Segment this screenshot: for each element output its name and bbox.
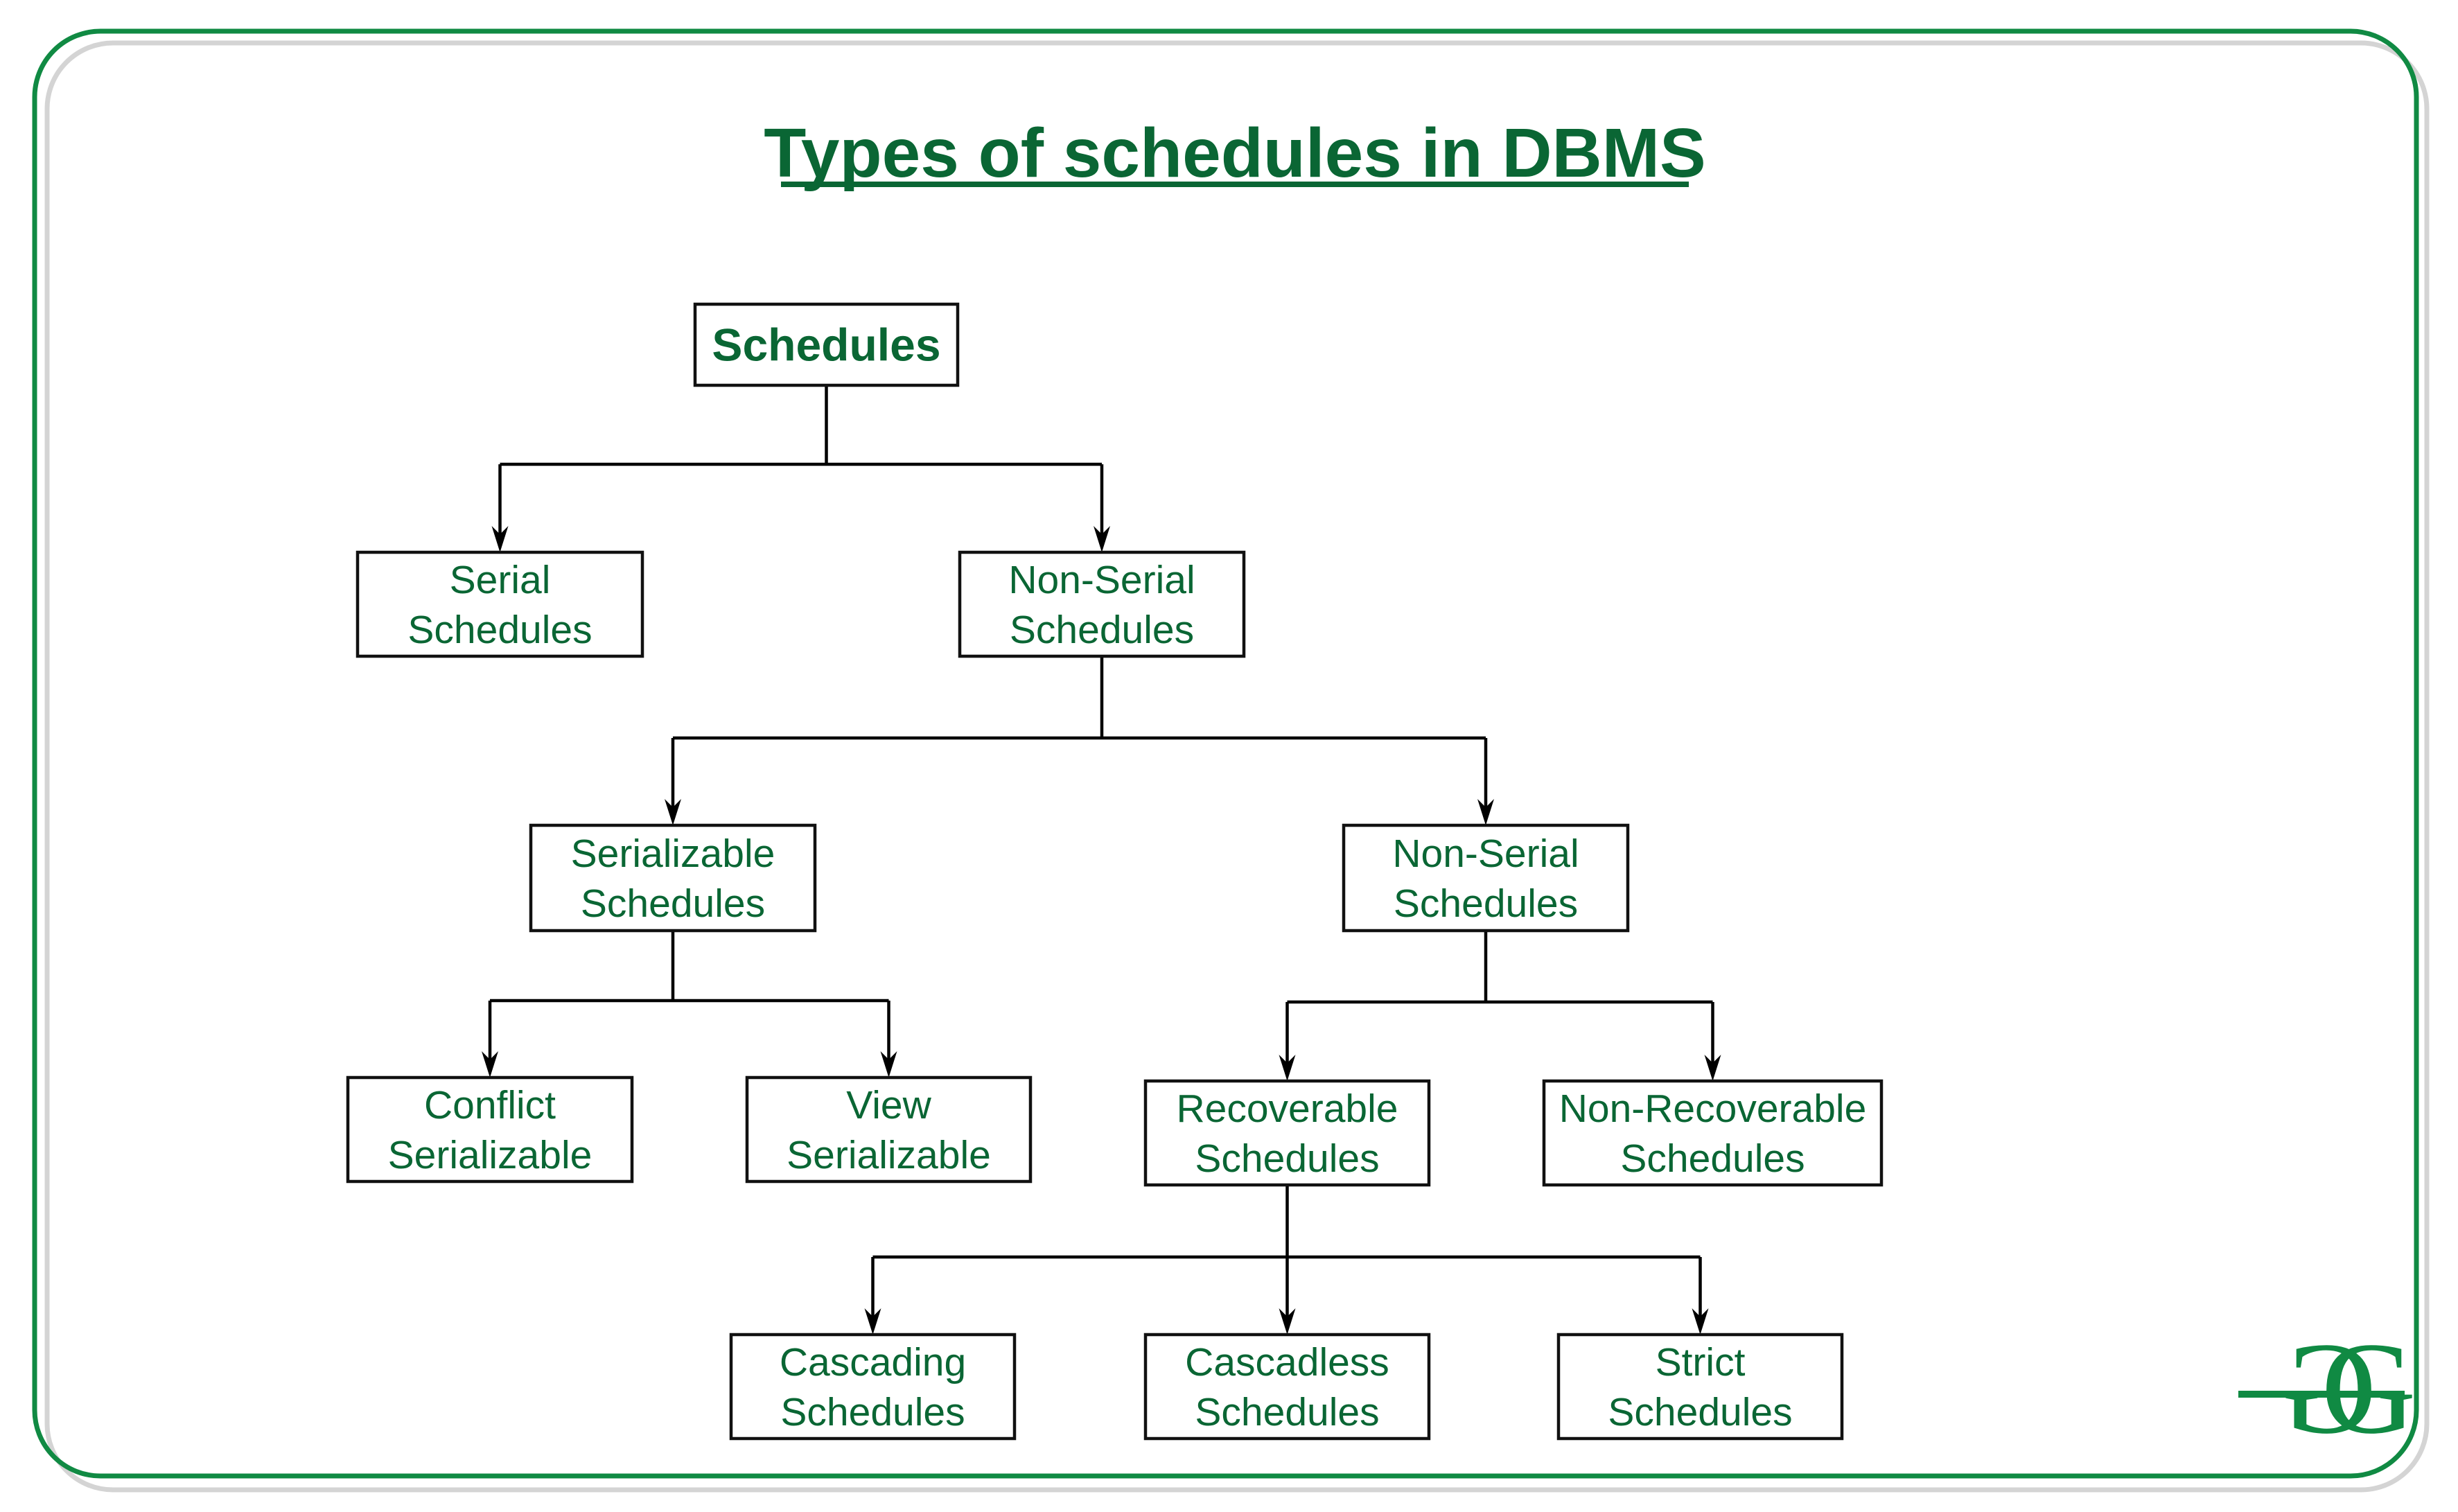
node-recoverable: Recoverable Schedules: [1143, 1079, 1431, 1187]
diagram-canvas: Types of schedules in DBMS SchedulesSeri…: [32, 28, 2430, 1493]
node-label: Schedules: [1620, 1136, 1805, 1181]
node-conflict-serializable: Conflict Serializable: [346, 1075, 634, 1184]
node-non-recoverable: Non-Recoverable Schedules: [1542, 1079, 1884, 1187]
node-label: Schedules: [1394, 881, 1578, 926]
node-label: Schedules: [1195, 1390, 1379, 1434]
node-label: Schedules: [407, 608, 592, 652]
node-label: Schedules: [1195, 1136, 1379, 1181]
node-label: Recoverable: [1176, 1087, 1398, 1131]
node-label: Serializable: [571, 832, 775, 876]
node-label: Non-Recoverable: [1559, 1087, 1867, 1131]
node-serializable: Serializable Schedules: [529, 823, 817, 933]
node-label: Schedules: [1608, 1390, 1792, 1434]
node-label: Strict: [1656, 1340, 1746, 1384]
node-label: View: [846, 1083, 931, 1127]
node-label: Schedules: [712, 319, 940, 371]
node-label: Serial: [450, 558, 551, 602]
node-label: Serializable: [388, 1133, 592, 1177]
node-label: Schedules: [581, 881, 765, 926]
node-view-serializable: View Serializable: [745, 1075, 1033, 1184]
frame-shadow: [44, 40, 2430, 1493]
logo-right-g: G: [2321, 1316, 2416, 1461]
node-label: Conflict: [424, 1083, 556, 1127]
diagram-title: Types of schedules in DBMS: [764, 114, 1706, 192]
node-label: Cascading: [780, 1340, 966, 1384]
geeksforgeeks-logo-icon: G G: [2238, 1316, 2416, 1461]
node-label: Schedules: [780, 1390, 965, 1434]
node-label: Non-Serial: [1392, 832, 1579, 876]
node-serial: Serial Schedules: [355, 550, 644, 658]
node-strict: Strict Schedules: [1556, 1333, 1844, 1441]
tree-nodes: Schedules Serial Schedules Non-Serial Schedu…: [346, 302, 1884, 1441]
node-label: Cascadless: [1185, 1340, 1389, 1384]
frame-border: [32, 28, 2419, 1479]
node-non-serializable: Non-Serial Schedules: [1342, 823, 1630, 933]
node-non-serial: Non-Serial Schedules: [958, 550, 1246, 658]
node-cascading: Cascading Schedules: [729, 1333, 1017, 1441]
node-label: Non-Serial: [1008, 558, 1195, 602]
node-label: Schedules: [1010, 608, 1194, 652]
node-cascadless: Cascadless Schedules: [1143, 1333, 1431, 1441]
node-label: Serializable: [787, 1133, 991, 1177]
node-schedules: Schedules: [693, 302, 960, 387]
